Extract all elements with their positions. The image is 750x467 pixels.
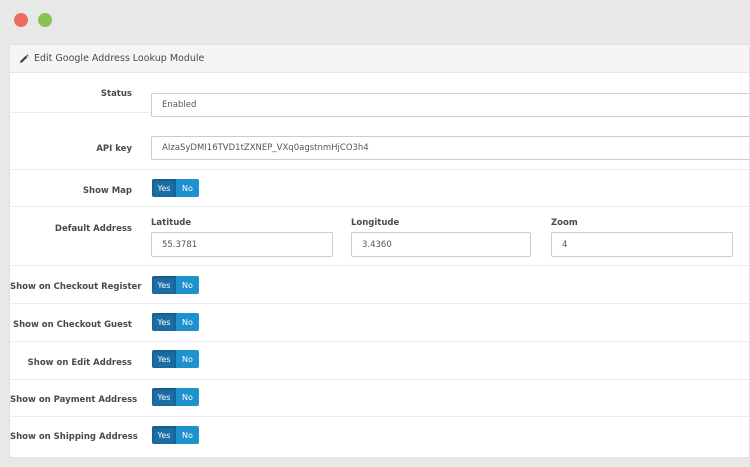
api-key-row: API key AIzaSyDMI16TVD1tZXNEP_VXq0agstnm… <box>10 129 749 170</box>
shipping-address-no-button[interactable]: No <box>176 426 199 444</box>
close-window-button[interactable] <box>14 13 28 27</box>
shipping-address-label: Show on Shipping Address <box>10 432 138 442</box>
edit-address-label: Show on Edit Address <box>27 358 132 368</box>
maximize-window-button[interactable] <box>38 13 52 27</box>
checkout-register-no-button[interactable]: No <box>176 276 199 294</box>
status-label: Status <box>100 89 132 99</box>
panel-title: Edit Google Address Lookup Module <box>34 53 205 64</box>
edit-address-toggle[interactable]: Yes No <box>152 350 199 368</box>
api-key-input[interactable]: AIzaSyDMI16TVD1tZXNEP_VXq0agstnmHjCO3h4 <box>151 136 749 160</box>
payment-address-toggle[interactable]: Yes No <box>152 388 199 406</box>
shipping-address-row: Show on Shipping Address Yes No <box>10 417 749 457</box>
status-select[interactable]: Enabled <box>151 93 749 117</box>
payment-address-row: Show on Payment Address Yes No <box>10 380 749 417</box>
show-map-row: Show Map Yes No <box>10 170 749 207</box>
show-map-toggle[interactable]: Yes No <box>152 179 199 197</box>
zoom-input[interactable]: 4 <box>551 232 733 257</box>
edit-module-panel: Edit Google Address Lookup Module Status… <box>9 44 750 458</box>
window-titlebar <box>0 0 750 44</box>
checkout-register-row: Show on Checkout Register Yes No <box>10 266 749 304</box>
checkout-guest-row: Show on Checkout Guest Yes No <box>10 304 749 342</box>
payment-address-no-button[interactable]: No <box>176 388 199 406</box>
latitude-input[interactable]: 55.3781 <box>151 232 333 257</box>
panel-heading: Edit Google Address Lookup Module <box>10 45 749 73</box>
default-address-label: Default Address <box>54 224 132 234</box>
shipping-address-yes-button[interactable]: Yes <box>152 426 176 444</box>
zoom-label: Zoom <box>551 218 578 228</box>
pencil-icon <box>19 53 29 64</box>
checkout-register-yes-button[interactable]: Yes <box>152 276 176 294</box>
shipping-address-toggle[interactable]: Yes No <box>152 426 199 444</box>
checkout-guest-no-button[interactable]: No <box>176 313 199 331</box>
edit-address-yes-button[interactable]: Yes <box>152 350 176 368</box>
checkout-register-label: Show on Checkout Register <box>10 282 142 292</box>
api-key-label: API key <box>96 144 132 154</box>
checkout-guest-toggle[interactable]: Yes No <box>152 313 199 331</box>
status-row: Status Enabled <box>10 73 749 117</box>
checkout-guest-yes-button[interactable]: Yes <box>152 313 176 331</box>
payment-address-yes-button[interactable]: Yes <box>152 388 176 406</box>
checkout-guest-label: Show on Checkout Guest <box>12 320 132 330</box>
edit-address-row: Show on Edit Address Yes No <box>10 342 749 380</box>
payment-address-label: Show on Payment Address <box>10 395 138 405</box>
longitude-input[interactable]: 3.4360 <box>351 232 531 257</box>
show-map-label: Show Map <box>82 186 132 196</box>
show-map-no-button[interactable]: No <box>176 179 199 197</box>
default-address-row: Default Address Latitude 55.3781 Longitu… <box>10 207 749 266</box>
latitude-label: Latitude <box>151 218 192 228</box>
longitude-label: Longitude <box>351 218 400 228</box>
edit-address-no-button[interactable]: No <box>176 350 199 368</box>
show-map-yes-button[interactable]: Yes <box>152 179 176 197</box>
checkout-register-toggle[interactable]: Yes No <box>152 276 199 294</box>
